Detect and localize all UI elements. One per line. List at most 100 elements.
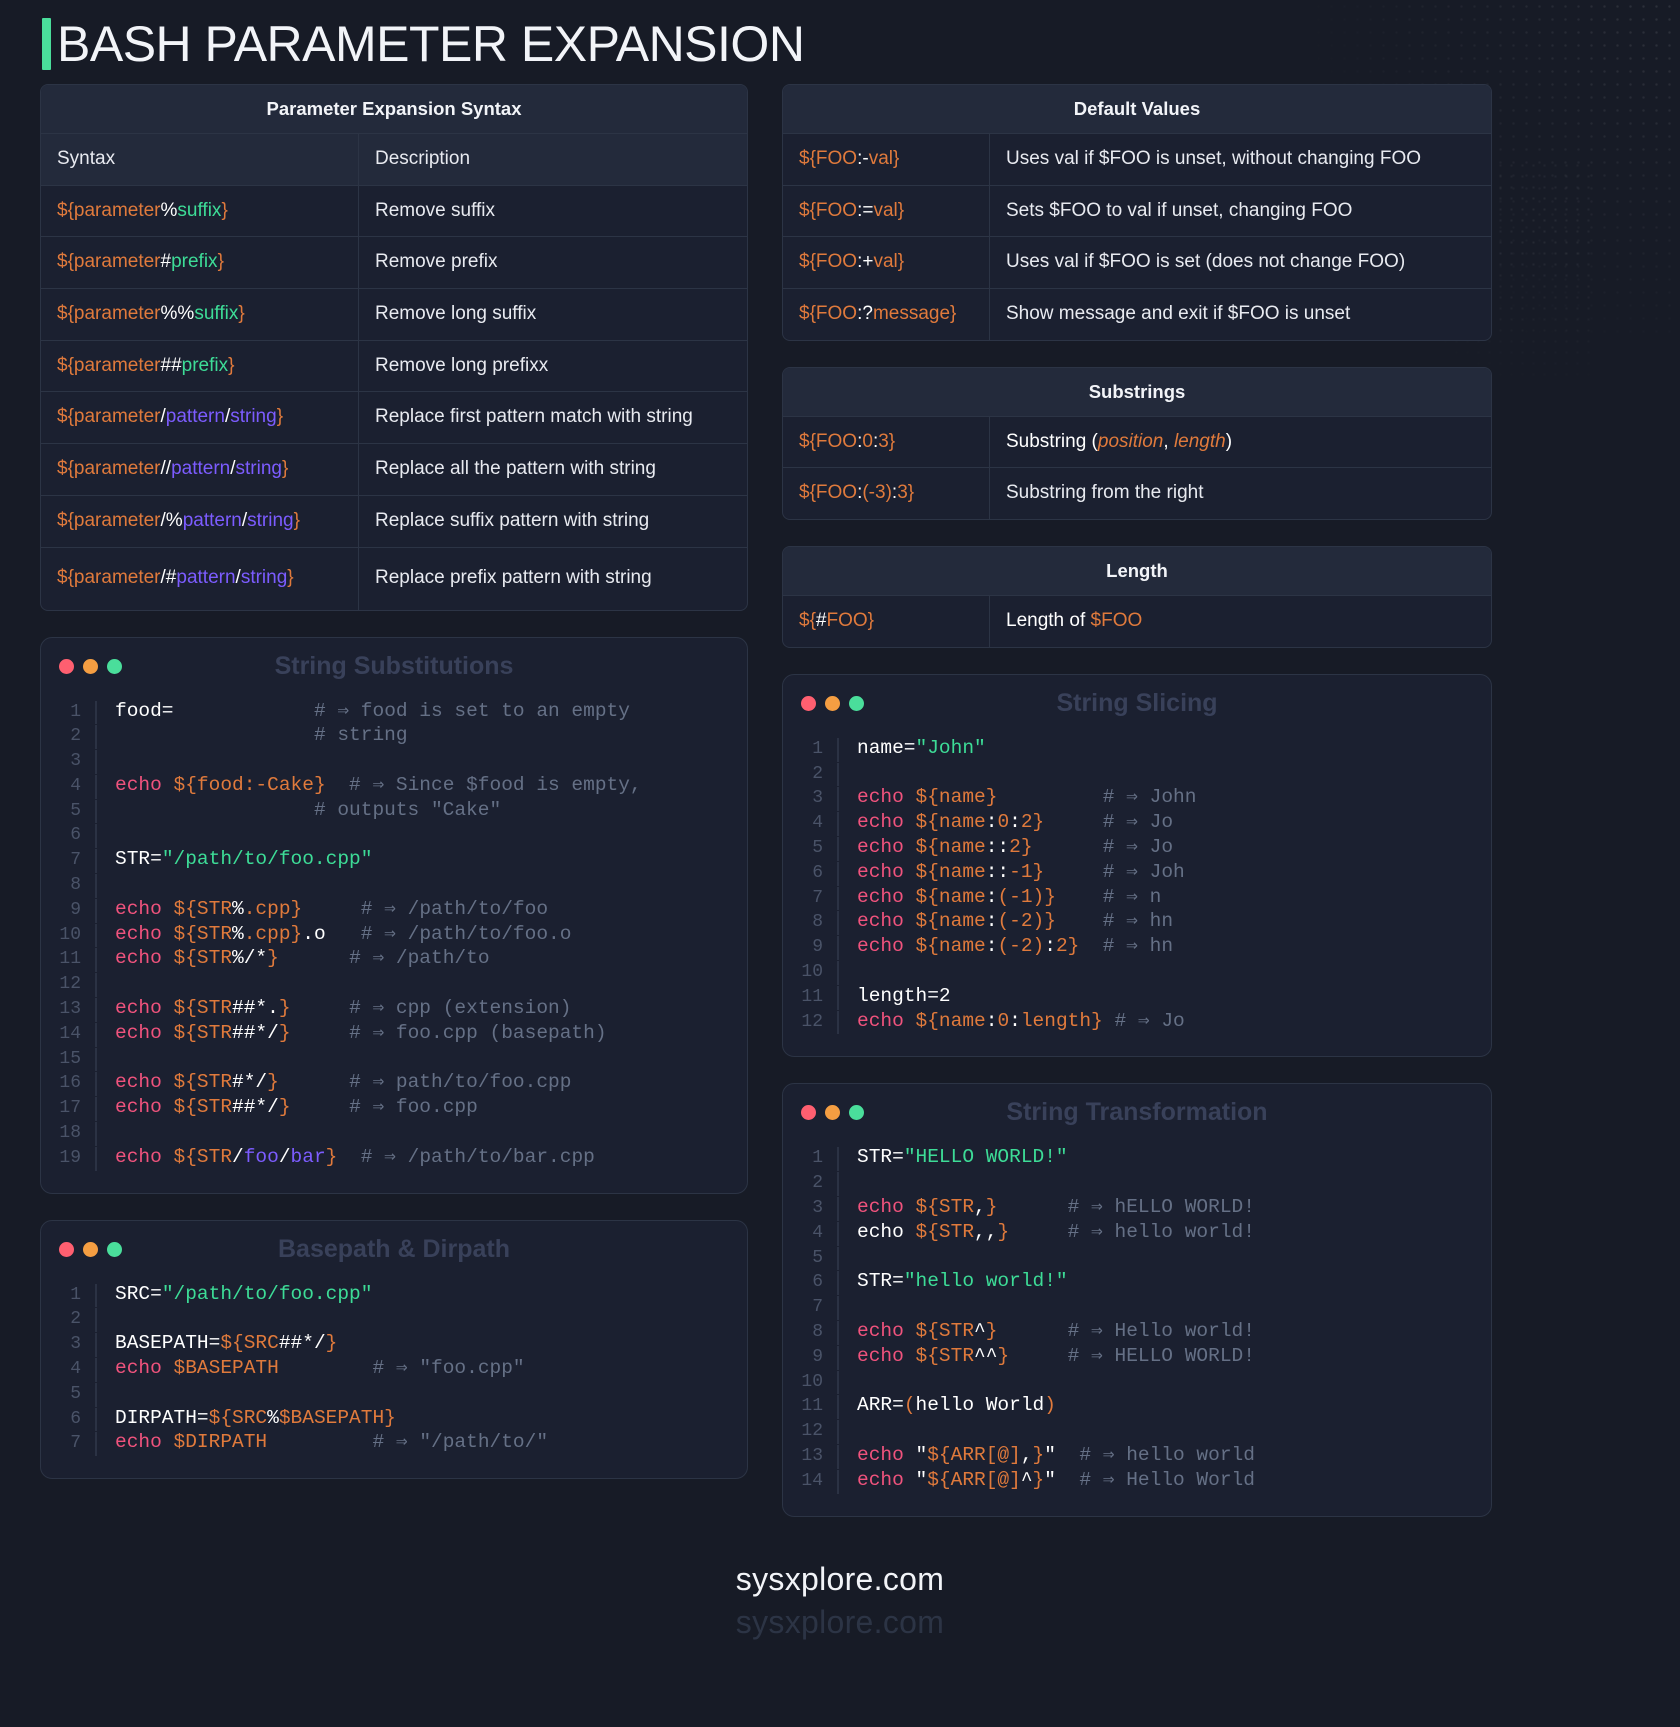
- cell-syntax: ${FOO:0:3}: [783, 417, 990, 468]
- code-line: 11 echo ${STR%/*} # ⇒ /path/to: [45, 947, 743, 972]
- code-line: 17echo ${STR##*/} # ⇒ foo.cpp: [45, 1096, 743, 1121]
- cell-syntax: ${parameter#prefix}: [41, 237, 359, 288]
- code-line: 4echo $BASEPATH # ⇒ "foo.cpp": [45, 1357, 743, 1382]
- code-content: echo "${ARR[@],}" # ⇒ hello world: [857, 1444, 1487, 1468]
- line-number: 7: [787, 887, 839, 911]
- table-row: ${#FOO} Length of $FOO: [783, 596, 1491, 647]
- line-number: 15: [45, 1048, 97, 1072]
- code-content: echo "${ARR[@]^}" # ⇒ Hello World: [857, 1469, 1487, 1493]
- line-number: 11: [787, 1395, 839, 1419]
- minimize-icon[interactable]: [825, 1105, 840, 1120]
- code-line: 8echo ${name:(-2)} # ⇒ hn: [787, 910, 1487, 935]
- table-substrings: Substrings ${FOO:0:3} Substring (positio…: [782, 367, 1492, 520]
- code-content: ARR=(hello World): [857, 1394, 1487, 1418]
- terminal-title: Basepath & Dirpath: [41, 1235, 747, 1264]
- cell-description: Sets $FOO to val if unset, changing FOO: [990, 186, 1491, 237]
- table-row: ${parameter##prefix} Remove long prefixx: [41, 341, 747, 393]
- code-content: echo $BASEPATH # ⇒ "foo.cpp": [115, 1357, 743, 1381]
- line-number: 2: [787, 1172, 839, 1196]
- line-number: 8: [45, 874, 97, 898]
- maximize-icon[interactable]: [107, 659, 122, 674]
- code-content: echo ${STR^^} # ⇒ HELLO WORLD!: [857, 1345, 1487, 1369]
- code-line: 10echo ${STR%.cpp}.o # ⇒ /path/to/foo.o: [45, 923, 743, 948]
- cell-description: Uses val if $FOO is unset, without chang…: [990, 134, 1491, 185]
- code-content: echo ${name::-1} # ⇒ Joh: [857, 861, 1487, 885]
- cell-syntax: ${FOO:-val}: [783, 134, 990, 185]
- maximize-icon[interactable]: [107, 1242, 122, 1257]
- minimize-icon[interactable]: [825, 696, 840, 711]
- code-line: 3echo ${name} # ⇒ John: [787, 786, 1487, 811]
- code-line: 12echo ${name:0:length} # ⇒ Jo: [787, 1010, 1487, 1035]
- cell-description: Replace first pattern match with string: [359, 392, 747, 443]
- code-content: [857, 1370, 1487, 1394]
- code-line: 1food= # ⇒ food is set to an empty: [45, 700, 743, 725]
- cell-syntax: ${FOO:?message}: [783, 289, 990, 340]
- line-number: 10: [787, 1371, 839, 1395]
- line-number: 4: [787, 812, 839, 836]
- table-row: ${parameter#prefix} Remove prefix: [41, 237, 747, 289]
- terminal-card-string-transformation: String Transformation 1STR="HELLO WORLD!…: [782, 1083, 1492, 1516]
- line-number: 10: [787, 961, 839, 985]
- code-content: [857, 762, 1487, 786]
- cell-description: Replace all the pattern with string: [359, 444, 747, 495]
- code-line: 3echo ${STR,} # ⇒ hELLO WORLD!: [787, 1196, 1487, 1221]
- cell-syntax: ${FOO:+val}: [783, 237, 990, 288]
- table-row: ${FOO:(-3):3} Substring from the right: [783, 468, 1491, 519]
- line-number: 13: [45, 998, 97, 1022]
- table-title: Default Values: [783, 85, 1491, 134]
- code-line: 2: [45, 1307, 743, 1332]
- line-number: 1: [45, 1284, 97, 1308]
- code-line: 19echo ${STR/foo/bar} # ⇒ /path/to/bar.c…: [45, 1146, 743, 1171]
- code-line: 2: [787, 762, 1487, 787]
- terminal-title: String Substitutions: [41, 652, 747, 681]
- terminal-card-basepath-dirpath: Basepath & Dirpath 1SRC="/path/to/foo.cp…: [40, 1220, 748, 1480]
- cell-syntax: ${parameter/#pattern/string}: [41, 548, 359, 610]
- window-controls: [59, 659, 122, 674]
- cell-description: Length of $FOO: [990, 596, 1491, 647]
- maximize-icon[interactable]: [849, 1105, 864, 1120]
- code-content: echo ${STR%/*} # ⇒ /path/to: [115, 947, 743, 971]
- line-number: 7: [45, 1432, 97, 1456]
- line-number: 16: [45, 1072, 97, 1096]
- footer-brand: sysxplore.com: [40, 1543, 1640, 1604]
- code-content: [857, 1295, 1487, 1319]
- cell-syntax: ${parameter/%pattern/string}: [41, 496, 359, 547]
- cell-description: Replace prefix pattern with string: [359, 548, 747, 610]
- close-icon[interactable]: [59, 659, 74, 674]
- table-row: ${FOO:-val} Uses val if $FOO is unset, w…: [783, 134, 1491, 186]
- cell-syntax: ${#FOO}: [783, 596, 990, 647]
- code-line: 6DIRPATH=${SRC%$BASEPATH}: [45, 1407, 743, 1432]
- code-line: 13echo "${ARR[@],}" # ⇒ hello world: [787, 1444, 1487, 1469]
- minimize-icon[interactable]: [83, 659, 98, 674]
- table-row: ${parameter/pattern/string} Replace firs…: [41, 392, 747, 444]
- table-row: ${parameter/%pattern/string} Replace suf…: [41, 496, 747, 548]
- line-number: 3: [787, 1197, 839, 1221]
- window-controls: [801, 1105, 864, 1120]
- cell-description: Remove long prefixx: [359, 341, 747, 392]
- code-content: echo ${STR##*/} # ⇒ foo.cpp (basepath): [115, 1022, 743, 1046]
- minimize-icon[interactable]: [83, 1242, 98, 1257]
- cell-syntax: ${FOO:(-3):3}: [783, 468, 990, 519]
- maximize-icon[interactable]: [849, 696, 864, 711]
- terminal-card-string-slicing: String Slicing 1name="John" 2 3echo ${na…: [782, 674, 1492, 1058]
- line-number: 11: [45, 948, 97, 972]
- cell-description: Remove prefix: [359, 237, 747, 288]
- code-content: food= # ⇒ food is set to an empty: [115, 700, 743, 724]
- code-content: [115, 1307, 743, 1331]
- code-content: echo ${STR##*.} # ⇒ cpp (extension): [115, 997, 743, 1021]
- terminal-title: String Slicing: [783, 689, 1491, 718]
- close-icon[interactable]: [801, 696, 816, 711]
- table-row: ${FOO:?message} Show message and exit if…: [783, 289, 1491, 340]
- terminal-header: String Substitutions: [41, 638, 747, 684]
- code-content: echo ${STR%.cpp} # ⇒ /path/to/foo: [115, 898, 743, 922]
- code-content: # outputs "Cake": [115, 799, 743, 823]
- line-number: 14: [45, 1023, 97, 1047]
- close-icon[interactable]: [801, 1105, 816, 1120]
- close-icon[interactable]: [59, 1242, 74, 1257]
- line-number: 8: [787, 1321, 839, 1345]
- title-accent-bar: [42, 18, 51, 70]
- table-header-row: Syntax Description: [41, 134, 747, 186]
- line-number: 5: [45, 800, 97, 824]
- code-content: echo ${name:(-2):2} # ⇒ hn: [857, 935, 1487, 959]
- table-title: Length: [783, 547, 1491, 596]
